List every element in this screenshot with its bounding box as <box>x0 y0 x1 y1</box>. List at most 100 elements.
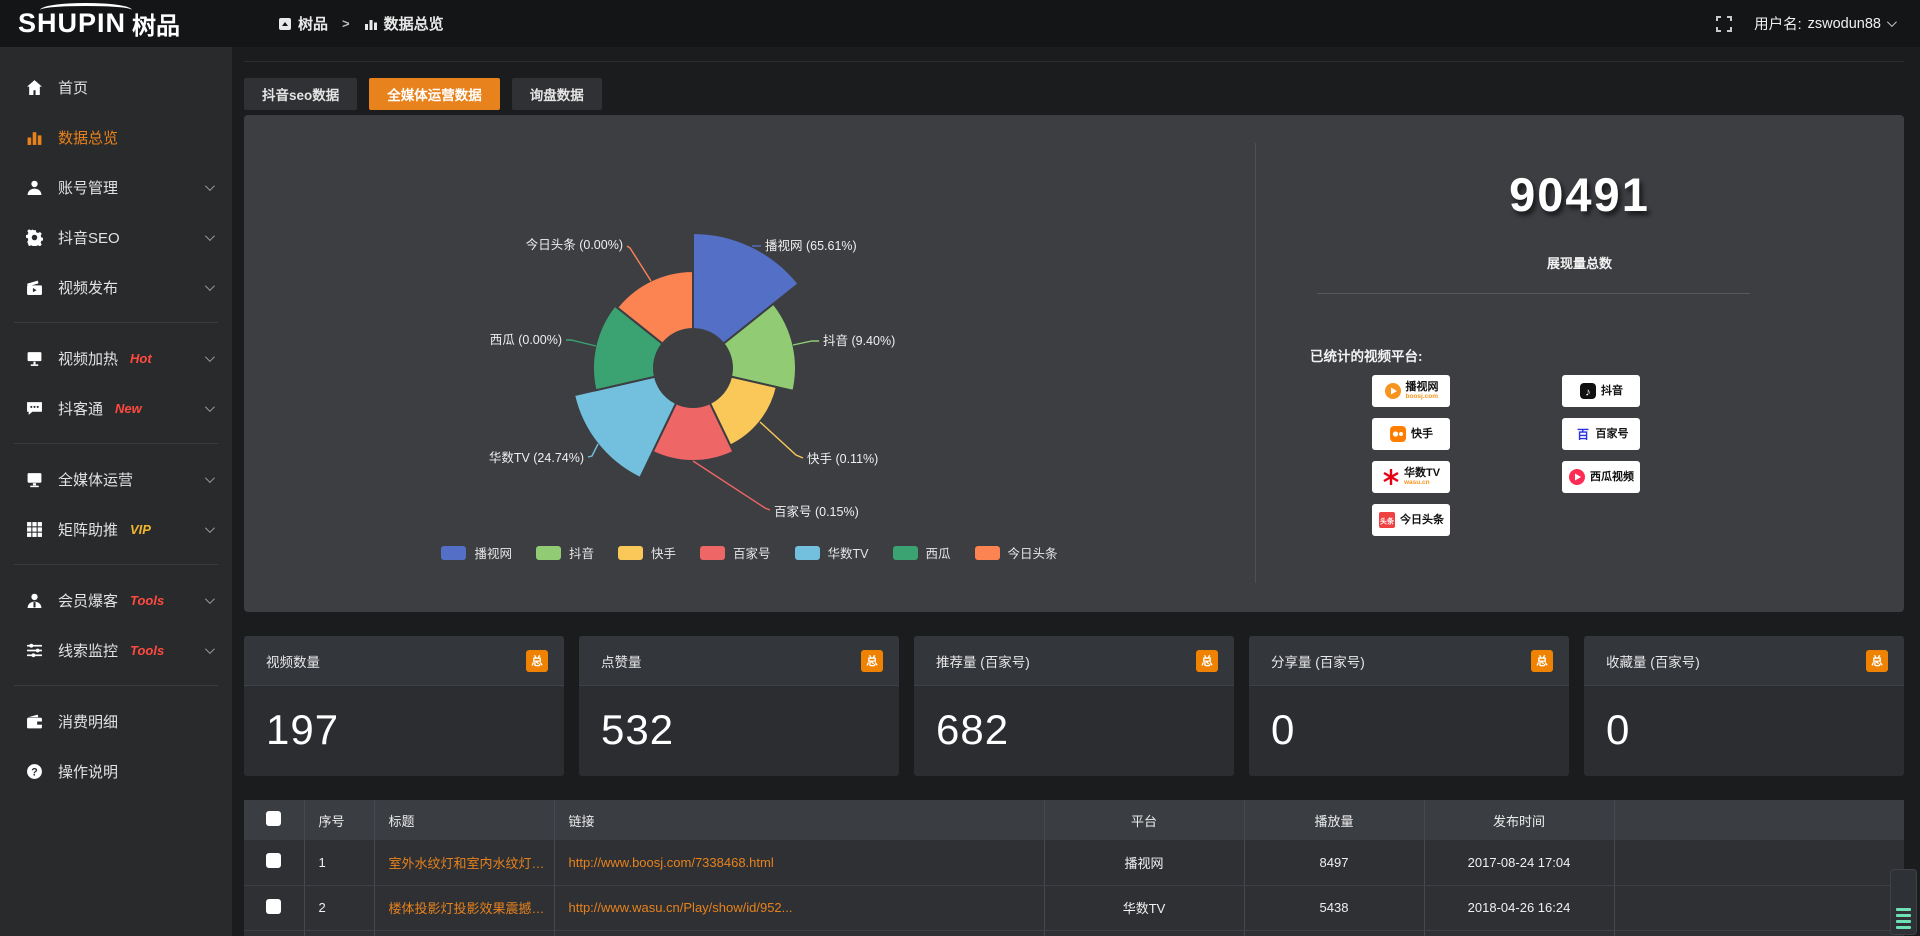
platform-sub: wasu.cn <box>1404 479 1430 486</box>
sidebar-item-grid[interactable]: 矩阵助推 VIP <box>0 504 232 554</box>
cell-time: 2017-08-24 17:04 <box>1424 840 1614 885</box>
legend-label: 西瓜 <box>926 543 951 562</box>
breadcrumb: 树品 > 数据总览 <box>278 13 444 34</box>
row-checkbox[interactable] <box>266 853 281 868</box>
header-divider <box>244 61 1904 62</box>
tab-0[interactable]: 抖音seo数据 <box>244 78 357 110</box>
platform-name: 今日头条 <box>1400 515 1444 526</box>
total-badge: 总 <box>1196 650 1218 672</box>
stat-card-value: 0 <box>1249 686 1569 754</box>
username-label: 用户名: <box>1754 13 1802 34</box>
sidebar-item-screen[interactable]: 视频加热Hot <box>0 333 232 383</box>
username-value: zswodun88 <box>1808 16 1881 32</box>
legend-item-6[interactable]: 今日头条 <box>975 543 1058 562</box>
sidebar-item-label: 全媒体运营 <box>58 469 133 490</box>
legend-swatch <box>536 546 561 560</box>
chevron-down-icon <box>205 644 215 654</box>
sidebar-item-chart[interactable]: 数据总览 <box>0 112 232 162</box>
chart-legend: 播视网 抖音 快手 百家号 华数TV 西瓜 今日头条 <box>244 543 1255 562</box>
stat-card-value: 682 <box>914 686 1234 754</box>
header-select <box>244 800 304 840</box>
sidebar-item-video[interactable]: 视频发布 <box>0 262 232 312</box>
stat-card-0: 视频数量总197 <box>244 636 564 776</box>
row-checkbox[interactable] <box>266 899 281 914</box>
svg-text:头条: 头条 <box>1380 517 1395 526</box>
platform-badge-baijiahao: 百百家号 <box>1562 418 1640 450</box>
chevron-down-icon <box>1887 17 1897 27</box>
breadcrumb-current[interactable]: 数据总览 <box>364 13 444 34</box>
cell-select <box>244 930 304 936</box>
header-views: 播放量 <box>1244 800 1424 840</box>
pie-hole <box>653 328 733 408</box>
video-table: 序号标题链接平台播放量发布时间1室外水纹灯和室内水纹灯的区别和简介http://… <box>244 800 1904 936</box>
grid-icon <box>26 521 43 538</box>
stat-card-header: 视频数量总 <box>244 636 564 686</box>
platforms-title: 已统计的视频平台: <box>1310 345 1423 365</box>
cell-extra <box>1614 885 1904 930</box>
sidebar-item-sliders[interactable]: 线索监控Tools <box>0 625 232 675</box>
fullscreen-icon[interactable] <box>1716 16 1732 32</box>
cell-title[interactable]: 室外水纹灯和室内水纹灯的区别和简介 <box>374 840 554 885</box>
total-badge: 总 <box>1531 650 1553 672</box>
cell-link[interactable]: http://www.boosj.com/7338468.html <box>554 840 1044 885</box>
legend-item-1[interactable]: 抖音 <box>536 543 594 562</box>
sidebar-item-home[interactable]: 首页 <box>0 62 232 112</box>
sidebar-item-badge: New <box>115 401 142 416</box>
legend-item-0[interactable]: 播视网 <box>441 543 512 562</box>
pie-label-4: 华数TV (24.74%) <box>489 450 584 465</box>
app-logo[interactable]: SHUPIN 树品 <box>0 0 232 47</box>
sidebar-item-chat[interactable]: 抖客通 New <box>0 383 232 433</box>
legend-item-2[interactable]: 快手 <box>618 543 676 562</box>
legend-swatch <box>795 546 820 560</box>
cell-link[interactable]: http://www.wasu.cn/Play/show/id/952... <box>554 885 1044 930</box>
stat-card-label: 推荐量 (百家号) <box>936 651 1030 671</box>
legend-label: 抖音 <box>569 543 594 562</box>
legend-swatch <box>893 546 918 560</box>
platform-column: ♪抖音百百家号西瓜视频 <box>1562 375 1640 536</box>
legend-item-5[interactable]: 西瓜 <box>893 543 951 562</box>
tab-2[interactable]: 询盘数据 <box>512 78 602 110</box>
platform-name: 快手 <box>1411 429 1433 440</box>
sidebar-item-label: 抖客通 <box>58 398 103 419</box>
platform-column: 播视网boosj.com快手华数TVwasu.cn头条今日头条 <box>1372 375 1450 536</box>
monitor-icon <box>26 471 43 488</box>
video-icon <box>26 279 43 296</box>
sidebar-item-monitor[interactable]: 全媒体运营 <box>0 454 232 504</box>
sidebar-item-badge: Tools <box>130 593 164 608</box>
stat-card-label: 点赞量 <box>601 651 642 671</box>
stat-card-header: 收藏量 (百家号)总 <box>1584 636 1904 686</box>
sidebar-item-badge: VIP <box>130 522 151 537</box>
cell-title[interactable]: 楼体投影灯投影效果震撼上市 <box>374 885 554 930</box>
platform-badge-wasu: 华数TVwasu.cn <box>1372 461 1450 493</box>
sidebar-item-wallet[interactable]: 消费明细 <box>0 696 232 746</box>
breadcrumb-root[interactable]: 树品 <box>278 13 328 34</box>
stat-card-label: 视频数量 <box>266 651 320 671</box>
table-row-partial <box>244 930 1904 936</box>
stat-card-value: 532 <box>579 686 899 754</box>
sidebar-item-badge: Tools <box>130 643 164 658</box>
legend-item-4[interactable]: 华数TV <box>795 543 869 562</box>
kuaishou-logo-icon <box>1389 425 1407 443</box>
user-menu[interactable]: 用户名: zswodun88 <box>1754 13 1894 34</box>
cell-time: 2018-04-26 16:24 <box>1424 885 1614 930</box>
platform-badge-toutiao: 头条今日头条 <box>1372 504 1450 536</box>
sidebar-item-member[interactable]: 会员爆客Tools <box>0 575 232 625</box>
scroll-widget[interactable] <box>1890 869 1917 935</box>
bar-chart-icon <box>364 17 378 31</box>
legend-item-3[interactable]: 百家号 <box>700 543 771 562</box>
sidebar-item-label: 矩阵助推 <box>58 519 118 540</box>
chat-icon <box>26 400 43 417</box>
sidebar-divider <box>14 564 218 565</box>
sidebar-item-gear[interactable]: 抖音SEO <box>0 212 232 262</box>
tab-1[interactable]: 全媒体运营数据 <box>369 78 500 110</box>
total-badge: 总 <box>1866 650 1888 672</box>
pie-label-1: 抖音 (9.40%) <box>823 333 895 348</box>
legend-swatch <box>700 546 725 560</box>
pie-label-line-3 <box>693 461 770 510</box>
sidebar-item-label: 消费明细 <box>58 711 118 732</box>
sidebar-item-help[interactable]: ?操作说明 <box>0 746 232 796</box>
cell-views: 8497 <box>1244 840 1424 885</box>
select-all-checkbox[interactable] <box>266 811 281 826</box>
cell-index: 2 <box>304 885 374 930</box>
sidebar-item-user[interactable]: 账号管理 <box>0 162 232 212</box>
